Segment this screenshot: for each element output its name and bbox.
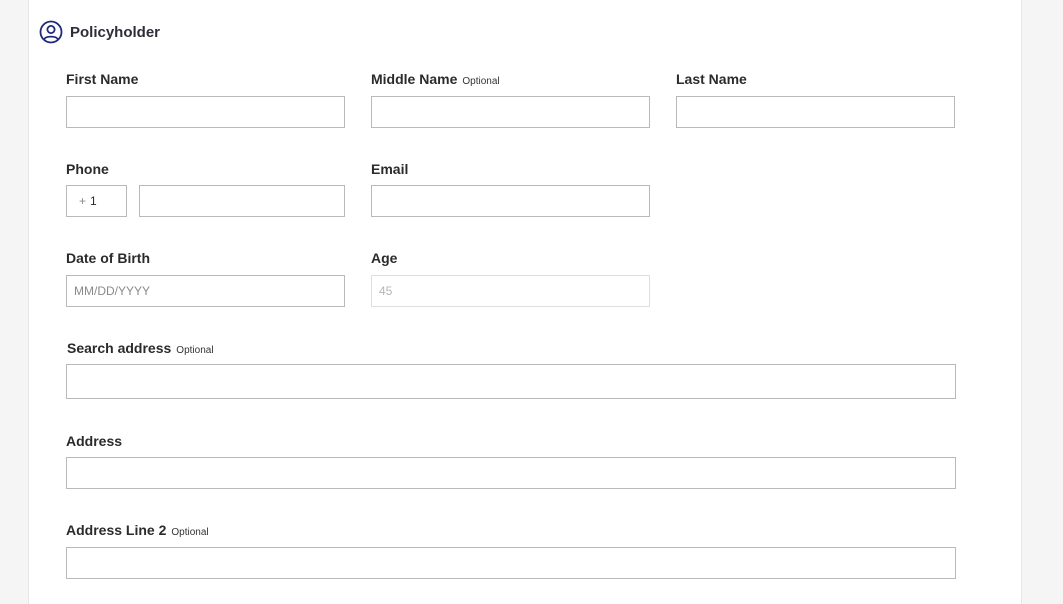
first-name-label: First Name xyxy=(66,71,138,87)
search-address-label-text: Search address xyxy=(67,340,172,356)
middle-name-input[interactable] xyxy=(371,96,650,128)
address-line2-label-text: Address Line 2 xyxy=(66,522,167,538)
email-label-text: Email xyxy=(371,161,409,177)
dob-label: Date of Birth xyxy=(66,250,150,266)
middle-name-label-text: Middle Name xyxy=(371,71,458,87)
first-name-label-text: First Name xyxy=(66,71,139,87)
address-input[interactable] xyxy=(66,457,956,489)
optional-tag: Optional xyxy=(171,527,209,538)
middle-name-label: Middle Name Optional xyxy=(371,71,500,87)
address-label-text: Address xyxy=(66,433,123,449)
section-title: Policyholder xyxy=(70,23,161,41)
last-name-label-text: Last Name xyxy=(676,71,747,87)
address-line2-label: Address Line 2 Optional xyxy=(66,522,209,538)
optional-tag: Optional xyxy=(462,76,500,87)
search-address-input[interactable] xyxy=(66,364,956,399)
phone-input[interactable] xyxy=(139,185,345,217)
age-input xyxy=(371,275,650,307)
dob-input[interactable] xyxy=(66,275,345,307)
age-label-text: Age xyxy=(371,250,398,266)
age-label: Age xyxy=(371,250,397,266)
email-label: Email xyxy=(371,161,408,177)
first-name-input[interactable] xyxy=(66,96,345,128)
dob-label-text: Date of Birth xyxy=(66,250,150,266)
country-code-plus: + xyxy=(79,194,87,208)
phone-label-text: Phone xyxy=(66,161,109,177)
optional-tag: Optional xyxy=(176,345,214,356)
last-name-input[interactable] xyxy=(676,96,955,128)
email-input[interactable] xyxy=(371,185,650,217)
country-code-select[interactable]: + 1 xyxy=(66,185,127,217)
user-circle-icon xyxy=(39,20,63,44)
search-address-label: Search address Optional xyxy=(67,340,214,356)
country-code-value: 1 xyxy=(90,194,97,208)
last-name-label: Last Name xyxy=(676,71,747,87)
address-label: Address xyxy=(66,433,122,449)
address-line2-input[interactable] xyxy=(66,547,956,579)
phone-label: Phone xyxy=(66,161,109,177)
section-header: Policyholder xyxy=(39,20,160,44)
